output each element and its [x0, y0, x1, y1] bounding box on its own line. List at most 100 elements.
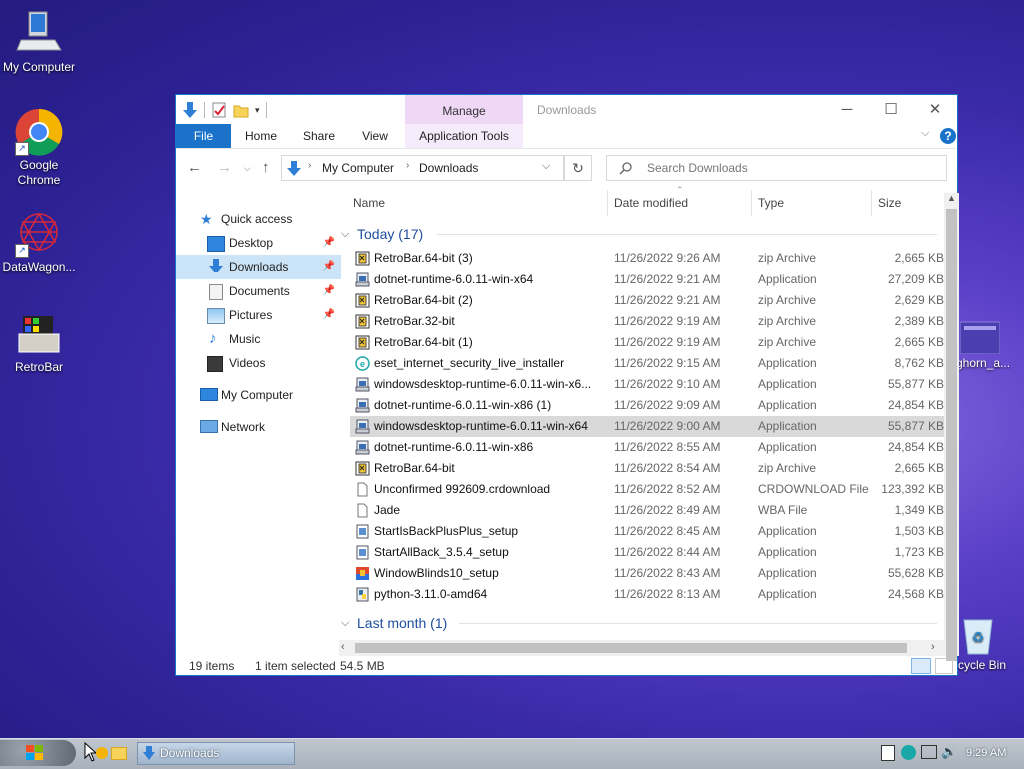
nav-downloads[interactable]: Downloads 📌 [176, 255, 341, 279]
desktop-icon-my-computer[interactable]: My Computer [1, 10, 77, 75]
file-size: 1,349 KB [894, 503, 944, 517]
properties-icon[interactable] [211, 102, 227, 118]
scroll-left-arrow-icon[interactable]: ‹ [341, 641, 345, 653]
breadcrumb-downloads[interactable]: Downloads [419, 161, 478, 175]
close-button[interactable]: ✕ [915, 99, 955, 121]
large-icons-view-button[interactable] [935, 658, 953, 674]
column-header-date-modified[interactable]: Date modified [614, 190, 688, 216]
title-bar[interactable]: ▾ Manage Downloads ─ ☐ ✕ [176, 95, 957, 124]
taskbar-button-downloads[interactable]: Downloads [137, 742, 295, 765]
desktop-icon-ghorn[interactable]: ghorn_a... [950, 320, 1024, 371]
column-header-size[interactable]: Size [878, 190, 901, 216]
file-type: zip Archive [758, 293, 817, 307]
file-date-modified: 11/26/2022 8:55 AM [614, 440, 721, 454]
eset-tray-icon[interactable] [901, 745, 916, 760]
clock[interactable]: 9:29 AM [966, 747, 1006, 759]
horizontal-scroll-thumb[interactable] [355, 643, 907, 653]
breadcrumb-my-computer[interactable]: My Computer [322, 161, 394, 175]
column-divider[interactable] [607, 190, 608, 216]
zip-icon [355, 251, 370, 266]
address-bar[interactable]: › My Computer › Downloads ⌵ [281, 155, 564, 181]
customize-toolbar-chevron-icon[interactable]: ▾ [255, 105, 260, 116]
file-row[interactable]: RetroBar.64-bit (2) 11/26/2022 9:21 AM zip… [350, 290, 944, 311]
nav-documents[interactable]: Documents 📌 [176, 279, 341, 303]
column-divider[interactable] [751, 190, 752, 216]
up-arrow-icon[interactable]: ↑ [262, 159, 270, 176]
file-size: 8,762 KB [894, 356, 944, 370]
explorer-window[interactable]: ▾ Manage Downloads ─ ☐ ✕ File Home Share… [175, 94, 959, 676]
file-row[interactable]: StartIsBackPlusPlus_setup 11/26/2022 8:45… [350, 521, 944, 542]
taskbar-button-label: Downloads [160, 746, 220, 760]
file-date-modified: 11/26/2022 8:49 AM [614, 503, 721, 517]
taskbar: Downloads 🔊 9:29 AM [0, 738, 1024, 769]
recent-locations-chevron-icon[interactable]: ⌵ [244, 163, 251, 174]
file-type: zip Archive [758, 251, 817, 265]
file-row[interactable]: dotnet-runtime-6.0.11-win-x64 11/26/2022 … [350, 269, 944, 290]
nav-videos[interactable]: Videos [176, 351, 341, 375]
manage-contextual-tab[interactable]: Manage [405, 95, 523, 124]
file-row[interactable]: Jade 11/26/2022 8:49 AM WBA File 1,349 KB [350, 500, 944, 521]
file-row[interactable]: RetroBar.32-bit 11/26/2022 9:19 AM zip Arc… [350, 311, 944, 332]
maximize-button[interactable]: ☐ [871, 99, 911, 121]
horizontal-scrollbar[interactable]: ‹ › [339, 640, 944, 656]
vertical-scroll-thumb[interactable] [946, 209, 957, 661]
tab-home[interactable]: Home [236, 124, 286, 148]
file-row[interactable]: StartAllBack_3.5.4_setup 11/26/2022 8:44 … [350, 542, 944, 563]
file-explorer-pinned-icon[interactable] [111, 747, 127, 760]
desktop-icon-retrobar[interactable]: RetroBar [1, 310, 77, 375]
volume-tray-icon[interactable]: 🔊 [941, 744, 957, 760]
file-row[interactable]: e eset_internet_security_live_installer 11… [350, 353, 944, 374]
tab-view[interactable]: View [350, 124, 400, 148]
nav-pictures[interactable]: Pictures 📌 [176, 303, 341, 327]
file-row[interactable]: windowsdesktop-runtime-6.0.11-win-x6... 1… [350, 374, 944, 395]
file-row[interactable]: RetroBar.64-bit 11/26/2022 8:54 AM zip Arc… [350, 458, 944, 479]
tab-application-tools[interactable]: Application Tools [405, 124, 523, 148]
details-view-button[interactable] [911, 658, 931, 674]
search-box[interactable]: Search Downloads [606, 155, 947, 181]
file-size: 2,665 KB [894, 461, 944, 475]
scroll-up-arrow-icon[interactable]: ▲ [947, 193, 956, 203]
tab-file[interactable]: File [176, 124, 231, 148]
nav-my-computer[interactable]: My Computer [176, 383, 341, 407]
music-folder-icon: ♪ [209, 330, 217, 347]
refresh-button[interactable]: ↻ [564, 155, 592, 181]
file-row[interactable]: dotnet-runtime-6.0.11-win-x86 (1) 11/26/2… [350, 395, 944, 416]
scroll-right-arrow-icon[interactable]: › [931, 641, 935, 653]
file-date-modified: 11/26/2022 8:13 AM [614, 587, 721, 601]
security-shield-icon[interactable] [881, 745, 895, 761]
file-row[interactable]: dotnet-runtime-6.0.11-win-x86 11/26/2022 … [350, 437, 944, 458]
file-row[interactable]: RetroBar.64-bit (3) 11/26/2022 9:26 AM zip… [350, 248, 944, 269]
vertical-scrollbar[interactable]: ▲ [944, 193, 959, 661]
column-header-name[interactable]: Name [353, 190, 385, 216]
file-row[interactable]: RetroBar.64-bit (1) 11/26/2022 9:19 AM zip… [350, 332, 944, 353]
column-divider[interactable] [871, 190, 872, 216]
file-row[interactable]: WindowBlinds10_setup 11/26/2022 8:43 AM Ap… [350, 563, 944, 584]
file-row[interactable]: python-3.11.0-amd64 11/26/2022 8:13 AM App… [350, 584, 944, 605]
desktop-icon-datawagon[interactable]: ↗ DataWagon... [1, 210, 77, 275]
file-row[interactable]: Unconfirmed 992609.crdownload 11/26/2022 … [350, 479, 944, 500]
installer-icon [355, 440, 370, 455]
help-icon[interactable]: ? [940, 128, 956, 144]
file-row[interactable]: windowsdesktop-runtime-6.0.11-win-x64 11/… [350, 416, 944, 437]
tab-share[interactable]: Share [294, 124, 344, 148]
network-tray-icon[interactable] [921, 745, 937, 759]
nav-quick-access[interactable]: ★ Quick access [176, 207, 341, 231]
back-arrow-icon[interactable]: ← [187, 159, 202, 176]
nav-desktop[interactable]: Desktop 📌 [176, 231, 341, 255]
address-dropdown-chevron-icon[interactable]: ⌵ [542, 160, 550, 173]
start-button[interactable] [0, 740, 76, 766]
nav-network[interactable]: Network [176, 415, 341, 439]
new-folder-icon[interactable] [233, 102, 249, 118]
minimize-button[interactable]: ─ [827, 99, 867, 121]
downloads-arrow-icon[interactable] [182, 101, 198, 119]
group-header-today[interactable]: ⌵ Today (17) [341, 223, 941, 245]
expand-ribbon-chevron-icon[interactable]: ⌵ [921, 127, 929, 140]
desktop-icon-recycle-bin[interactable]: ♻ cycle Bin [950, 614, 1024, 673]
chrome-pinned-icon[interactable] [96, 747, 108, 759]
file-name: StartIsBackPlusPlus_setup [374, 524, 519, 538]
desktop-icon-google-chrome[interactable]: ↗ Google Chrome [1, 108, 77, 188]
forward-arrow-icon[interactable]: → [217, 159, 232, 176]
group-header-last-month[interactable]: ⌵ Last month (1) [341, 612, 941, 634]
nav-music[interactable]: ♪ Music [176, 327, 341, 351]
column-header-type[interactable]: Type [758, 190, 784, 216]
